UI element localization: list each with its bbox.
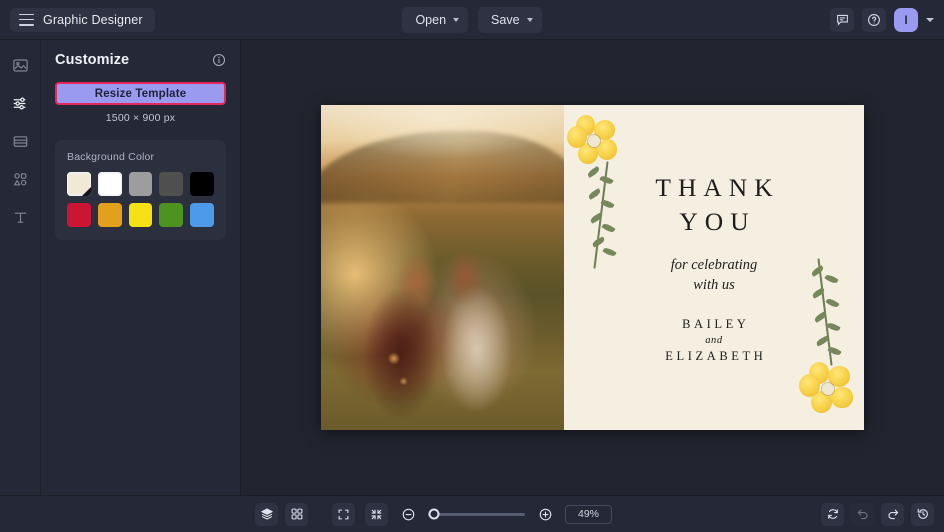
zoom-in-icon[interactable] [535,504,555,524]
swatch-orange[interactable] [97,202,122,227]
swatch-crimson[interactable] [67,202,91,227]
canvas-area[interactable]: THANK YOU for celebrating with us BAILEY… [241,40,944,495]
hamburger-icon [19,13,34,26]
heading-line-1: THANK [655,172,780,202]
tool-rail [0,40,41,495]
rail-item-shapes[interactable] [7,167,34,191]
graphic-designer-app: Graphic Designer Open Save I Customize R… [0,0,944,532]
open-menu-button[interactable]: Open [402,6,469,33]
card-layer[interactable]: THANK YOU for celebrating with us BAILEY… [564,105,864,430]
swatch-yellow[interactable] [128,202,153,227]
fit-to-screen-icon[interactable] [365,502,388,526]
app-body: Customize Resize Template 1500 × 900 px … [0,40,944,495]
zoom-level-value[interactable]: 49% [565,504,612,524]
name-first: BAILEY [682,317,750,332]
zoom-out-icon[interactable] [398,504,418,524]
name-connector: and [705,335,723,347]
swatch-blue[interactable] [190,202,214,227]
resize-template-button[interactable]: Resize Template [55,82,226,105]
zoom-controls: 49% [0,502,944,526]
customize-panel: Customize Resize Template 1500 × 900 px … [41,40,241,495]
avatar-initial: I [904,12,908,27]
heading-line-2: YOU [679,206,756,236]
grid-icon[interactable] [285,502,308,526]
save-menu-button[interactable]: Save [478,6,542,33]
info-circle-icon[interactable] [212,53,226,67]
brand-menu-button[interactable]: Graphic Designer [10,7,155,32]
chevron-down-icon [526,18,533,22]
save-label: Save [491,12,520,27]
zoom-slider[interactable] [428,508,525,520]
template-dimensions: 1500 × 900 px [105,112,176,124]
background-color-swatches [67,172,214,227]
selected-corner-icon [81,186,91,196]
top-bar: Graphic Designer Open Save I [0,0,944,40]
avatar[interactable]: I [894,7,918,32]
swatch-green[interactable] [159,202,184,227]
card-heading: THANK YOU [648,171,779,240]
redo-icon[interactable] [881,502,904,526]
panel-header: Customize [55,52,226,68]
flower-top-left [566,115,620,167]
background-color-card: Background Color [55,140,226,240]
account-chevron-down-icon[interactable] [926,17,934,22]
chevron-down-icon [453,18,460,22]
rail-item-image[interactable] [7,53,34,77]
swatch-dark-gray[interactable] [159,172,184,196]
refresh-icon[interactable] [821,502,844,526]
card-script: for celebrating with us [671,256,758,295]
swatch-black[interactable] [190,172,214,196]
leaf-stem-right [810,258,842,368]
app-title: Graphic Designer [43,12,143,27]
undo-icon[interactable] [851,502,874,526]
page-title: Customize [55,52,130,68]
fullscreen-icon[interactable] [332,502,355,526]
artboard[interactable]: THANK YOU for celebrating with us BAILEY… [321,105,864,430]
flower-bottom-right [798,362,856,416]
script-line-1: for celebrating [670,257,758,274]
bottom-left-tools [255,502,308,526]
help-circle-icon[interactable] [862,7,886,32]
swatch-white[interactable] [97,172,122,196]
swatch-cream[interactable] [67,172,91,196]
zoom-slider-knob[interactable] [428,508,440,520]
swatch-gray[interactable] [128,172,153,196]
layers-icon[interactable] [255,502,278,526]
top-right-actions: I [830,7,934,32]
leaf-stem-left [586,161,617,271]
name-second: ELIZABETH [665,349,767,364]
open-label: Open [415,12,447,27]
hill-shape [321,131,564,203]
card-names: BAILEY and ELIZABETH [662,317,767,364]
history-icon[interactable] [911,502,934,526]
rail-item-text[interactable] [7,205,34,229]
comment-icon[interactable] [830,7,854,32]
script-line-2: with us [693,276,735,293]
rail-item-layout[interactable] [7,129,34,153]
couple-shape [345,228,545,430]
background-color-label: Background Color [67,151,155,163]
rail-item-customize[interactable] [7,91,34,115]
bottom-bar: 49% [0,495,944,532]
photo-layer[interactable] [321,105,564,430]
history-controls [821,502,934,526]
